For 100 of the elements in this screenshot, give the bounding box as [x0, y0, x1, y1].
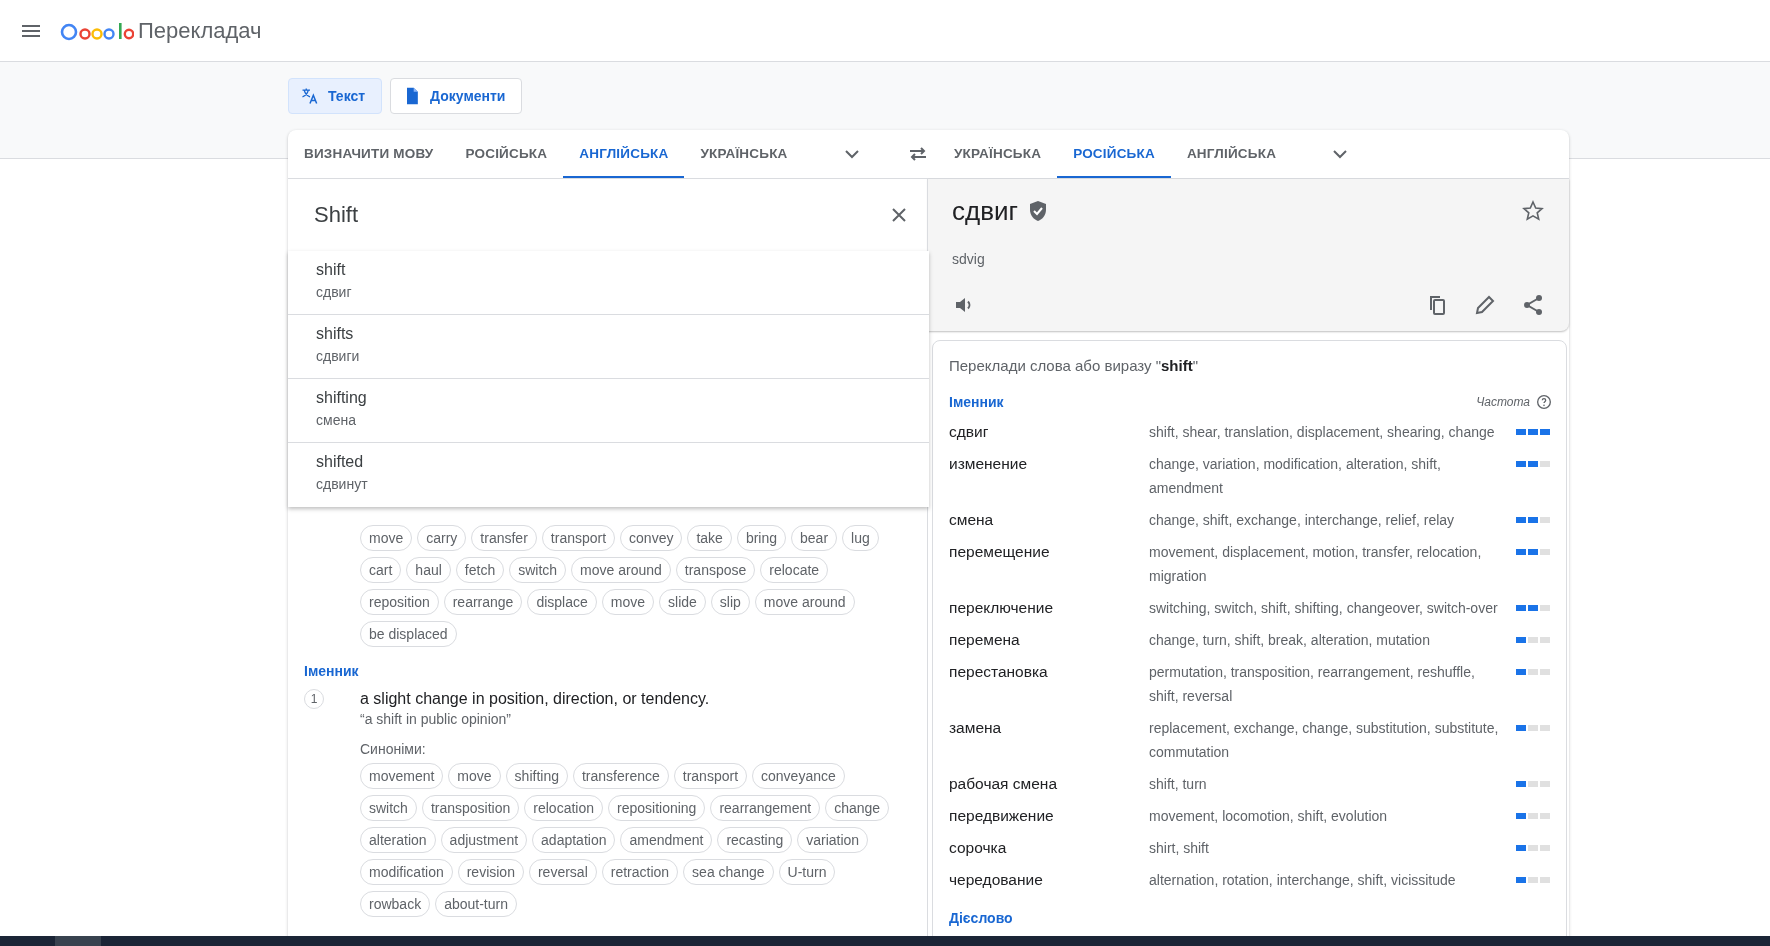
synonym-chip[interactable]: haul — [406, 557, 451, 583]
synonym-chip[interactable]: adjustment — [440, 827, 528, 853]
translation-text: сдвиг — [952, 195, 1018, 227]
back-translations: replacement, exchange, change, substitution, substitute, commutation — [1149, 719, 1500, 762]
app-title: Перекладач — [138, 17, 262, 44]
share-icon[interactable] — [1521, 293, 1545, 317]
synonym-chip[interactable]: movement — [360, 763, 444, 789]
language-tab[interactable]: ВИЗНАЧИТИ МОВУ — [288, 130, 450, 178]
synonym-chip[interactable]: transport — [541, 525, 616, 551]
synonym-chip[interactable]: carry — [417, 525, 467, 551]
definition-text: a slight change in position, direction, or tendency. — [360, 689, 711, 709]
suggestion-item[interactable]: shifting смена — [288, 379, 929, 443]
synonym-chip[interactable]: repositioning — [608, 795, 706, 821]
language-tab[interactable]: АНГЛІЙСЬКА — [1170, 130, 1293, 178]
synonym-chip[interactable]: transfer — [471, 525, 537, 551]
synonym-chip[interactable]: relocate — [760, 557, 829, 583]
synonym-chip[interactable]: recasting — [717, 827, 793, 853]
synonym-chip[interactable]: transport — [673, 763, 748, 789]
translation-word[interactable]: сдвиг — [949, 420, 1149, 444]
suggestion-word: shift — [316, 261, 347, 279]
suggestion-translation: сдвиг — [316, 284, 353, 300]
transliteration-text: sdvig — [952, 251, 986, 267]
synonym-chip[interactable]: switch — [360, 795, 417, 821]
synonym-chip[interactable]: shifting — [505, 763, 568, 789]
back-translations: change, turn, shift, break, alteration, mutation — [1149, 631, 1431, 650]
suggestion-item[interactable]: shifts сдвиги — [288, 315, 929, 379]
part-of-speech: Іменник — [949, 394, 1004, 410]
back-translations: shirt, shift — [1149, 839, 1210, 858]
translation-word[interactable]: передвижение — [949, 804, 1149, 828]
synonym-chip[interactable]: be displaced — [360, 621, 457, 647]
translation-word[interactable]: перемещение — [949, 540, 1149, 564]
suggestion-item[interactable]: shifted сдвинут — [288, 443, 929, 507]
back-translations: alternation, rotation, interchange, shift, vicissitude — [1149, 871, 1457, 890]
star-icon[interactable] — [1521, 199, 1545, 223]
suggestion-translation: сдвинут — [316, 476, 369, 492]
part-of-speech: Іменник — [304, 663, 360, 679]
translation-word[interactable]: переключение — [949, 596, 1149, 620]
synonym-chip[interactable]: rearrange — [443, 589, 523, 615]
translation-word[interactable]: смена — [949, 508, 1149, 532]
mode-button[interactable]: Текст — [288, 78, 383, 114]
synonym-chip[interactable]: reposition — [360, 589, 439, 615]
back-translations: movement, displacement, motion, transfer, relocation, migration — [1149, 543, 1483, 586]
synonym-chip[interactable]: take — [687, 525, 732, 551]
language-tab[interactable]: РОСІЙСЬКА — [449, 130, 564, 178]
translation-word[interactable]: чередование — [949, 868, 1149, 892]
translation-word[interactable]: рабочая смена — [949, 772, 1149, 796]
synonym-chip[interactable]: reversal — [528, 859, 597, 885]
translation-word[interactable]: замена — [949, 716, 1149, 740]
synonym-chip[interactable]: move around — [571, 557, 671, 583]
mode-button[interactable]: Документи — [390, 78, 523, 114]
synonym-chip[interactable]: rearrangement — [710, 795, 821, 821]
synonym-chip[interactable]: retraction — [601, 859, 679, 885]
help-icon[interactable] — [1536, 394, 1552, 410]
back-translations: movement, locomotion, shift, evolution — [1149, 807, 1389, 826]
synonym-chip[interactable]: variation — [797, 827, 869, 853]
synonym-chip[interactable]: move — [360, 525, 413, 551]
language-tab[interactable]: АНГЛІЙСЬКА — [563, 130, 685, 178]
synonym-chip[interactable]: change — [825, 795, 890, 821]
synonym-chip[interactable]: fetch — [455, 557, 505, 583]
synonym-chip[interactable]: transference — [572, 763, 669, 789]
synonym-chip[interactable]: sea change — [683, 859, 774, 885]
synonym-chip[interactable]: alteration — [360, 827, 436, 853]
synonym-chip[interactable]: about-turn — [435, 891, 517, 917]
back-translations: shift, shear, translation, displacement, shearing, change — [1149, 423, 1496, 442]
synonym-chip[interactable]: displace — [527, 589, 597, 615]
synonym-chip[interactable]: lug — [842, 525, 879, 551]
language-tab[interactable]: УКРАЇНСЬКА — [684, 130, 804, 178]
translation-word[interactable]: перестановка — [949, 660, 1149, 684]
synonym-chip[interactable]: slide — [659, 589, 706, 615]
synonym-chip[interactable]: bring — [736, 525, 787, 551]
pencil-icon[interactable] — [1473, 293, 1497, 317]
synonym-chip[interactable]: conveyance — [752, 763, 845, 789]
synonym-chip[interactable]: move around — [754, 589, 855, 615]
back-translations: change, shift, exchange, interchange, relief, relay — [1149, 511, 1456, 530]
synonym-chip[interactable]: U-turn — [778, 859, 836, 885]
synonym-chip[interactable]: cart — [360, 557, 402, 583]
synonym-chip[interactable]: adaptation — [532, 827, 616, 853]
suggestion-item[interactable]: shift сдвиг — [288, 251, 929, 315]
synonym-chip[interactable]: transposition — [421, 795, 520, 821]
language-tab[interactable]: УКРАЇНСЬКА — [938, 130, 1058, 178]
synonym-chip[interactable]: modification — [360, 859, 453, 885]
synonym-chip[interactable]: revision — [457, 859, 524, 885]
synonym-chip[interactable]: slip — [710, 589, 750, 615]
synonym-chip[interactable]: move — [601, 589, 654, 615]
synonym-chip[interactable]: transpose — [675, 557, 756, 583]
suggestion-word: shifts — [316, 325, 355, 343]
translation-word[interactable]: изменение — [949, 452, 1149, 476]
synonym-chip[interactable]: convey — [620, 525, 683, 551]
synonym-chip[interactable]: switch — [509, 557, 567, 583]
synonym-chip[interactable]: amendment — [620, 827, 713, 853]
translation-word[interactable]: перемена — [949, 628, 1149, 652]
synonym-chip[interactable]: bear — [791, 525, 838, 551]
translation-word[interactable]: сорочка — [949, 836, 1149, 860]
synonym-chip[interactable]: move — [448, 763, 501, 789]
back-translations: change, variation, modification, alteration, shift, amendment — [1149, 455, 1442, 498]
suggestion-translation: сдвиги — [316, 348, 361, 364]
synonym-chip[interactable]: rowback — [360, 891, 431, 917]
synonym-chip[interactable]: relocation — [524, 795, 603, 821]
source-text-field[interactable]: Shift — [312, 201, 887, 229]
frequency-label: Частота — [1476, 395, 1530, 409]
